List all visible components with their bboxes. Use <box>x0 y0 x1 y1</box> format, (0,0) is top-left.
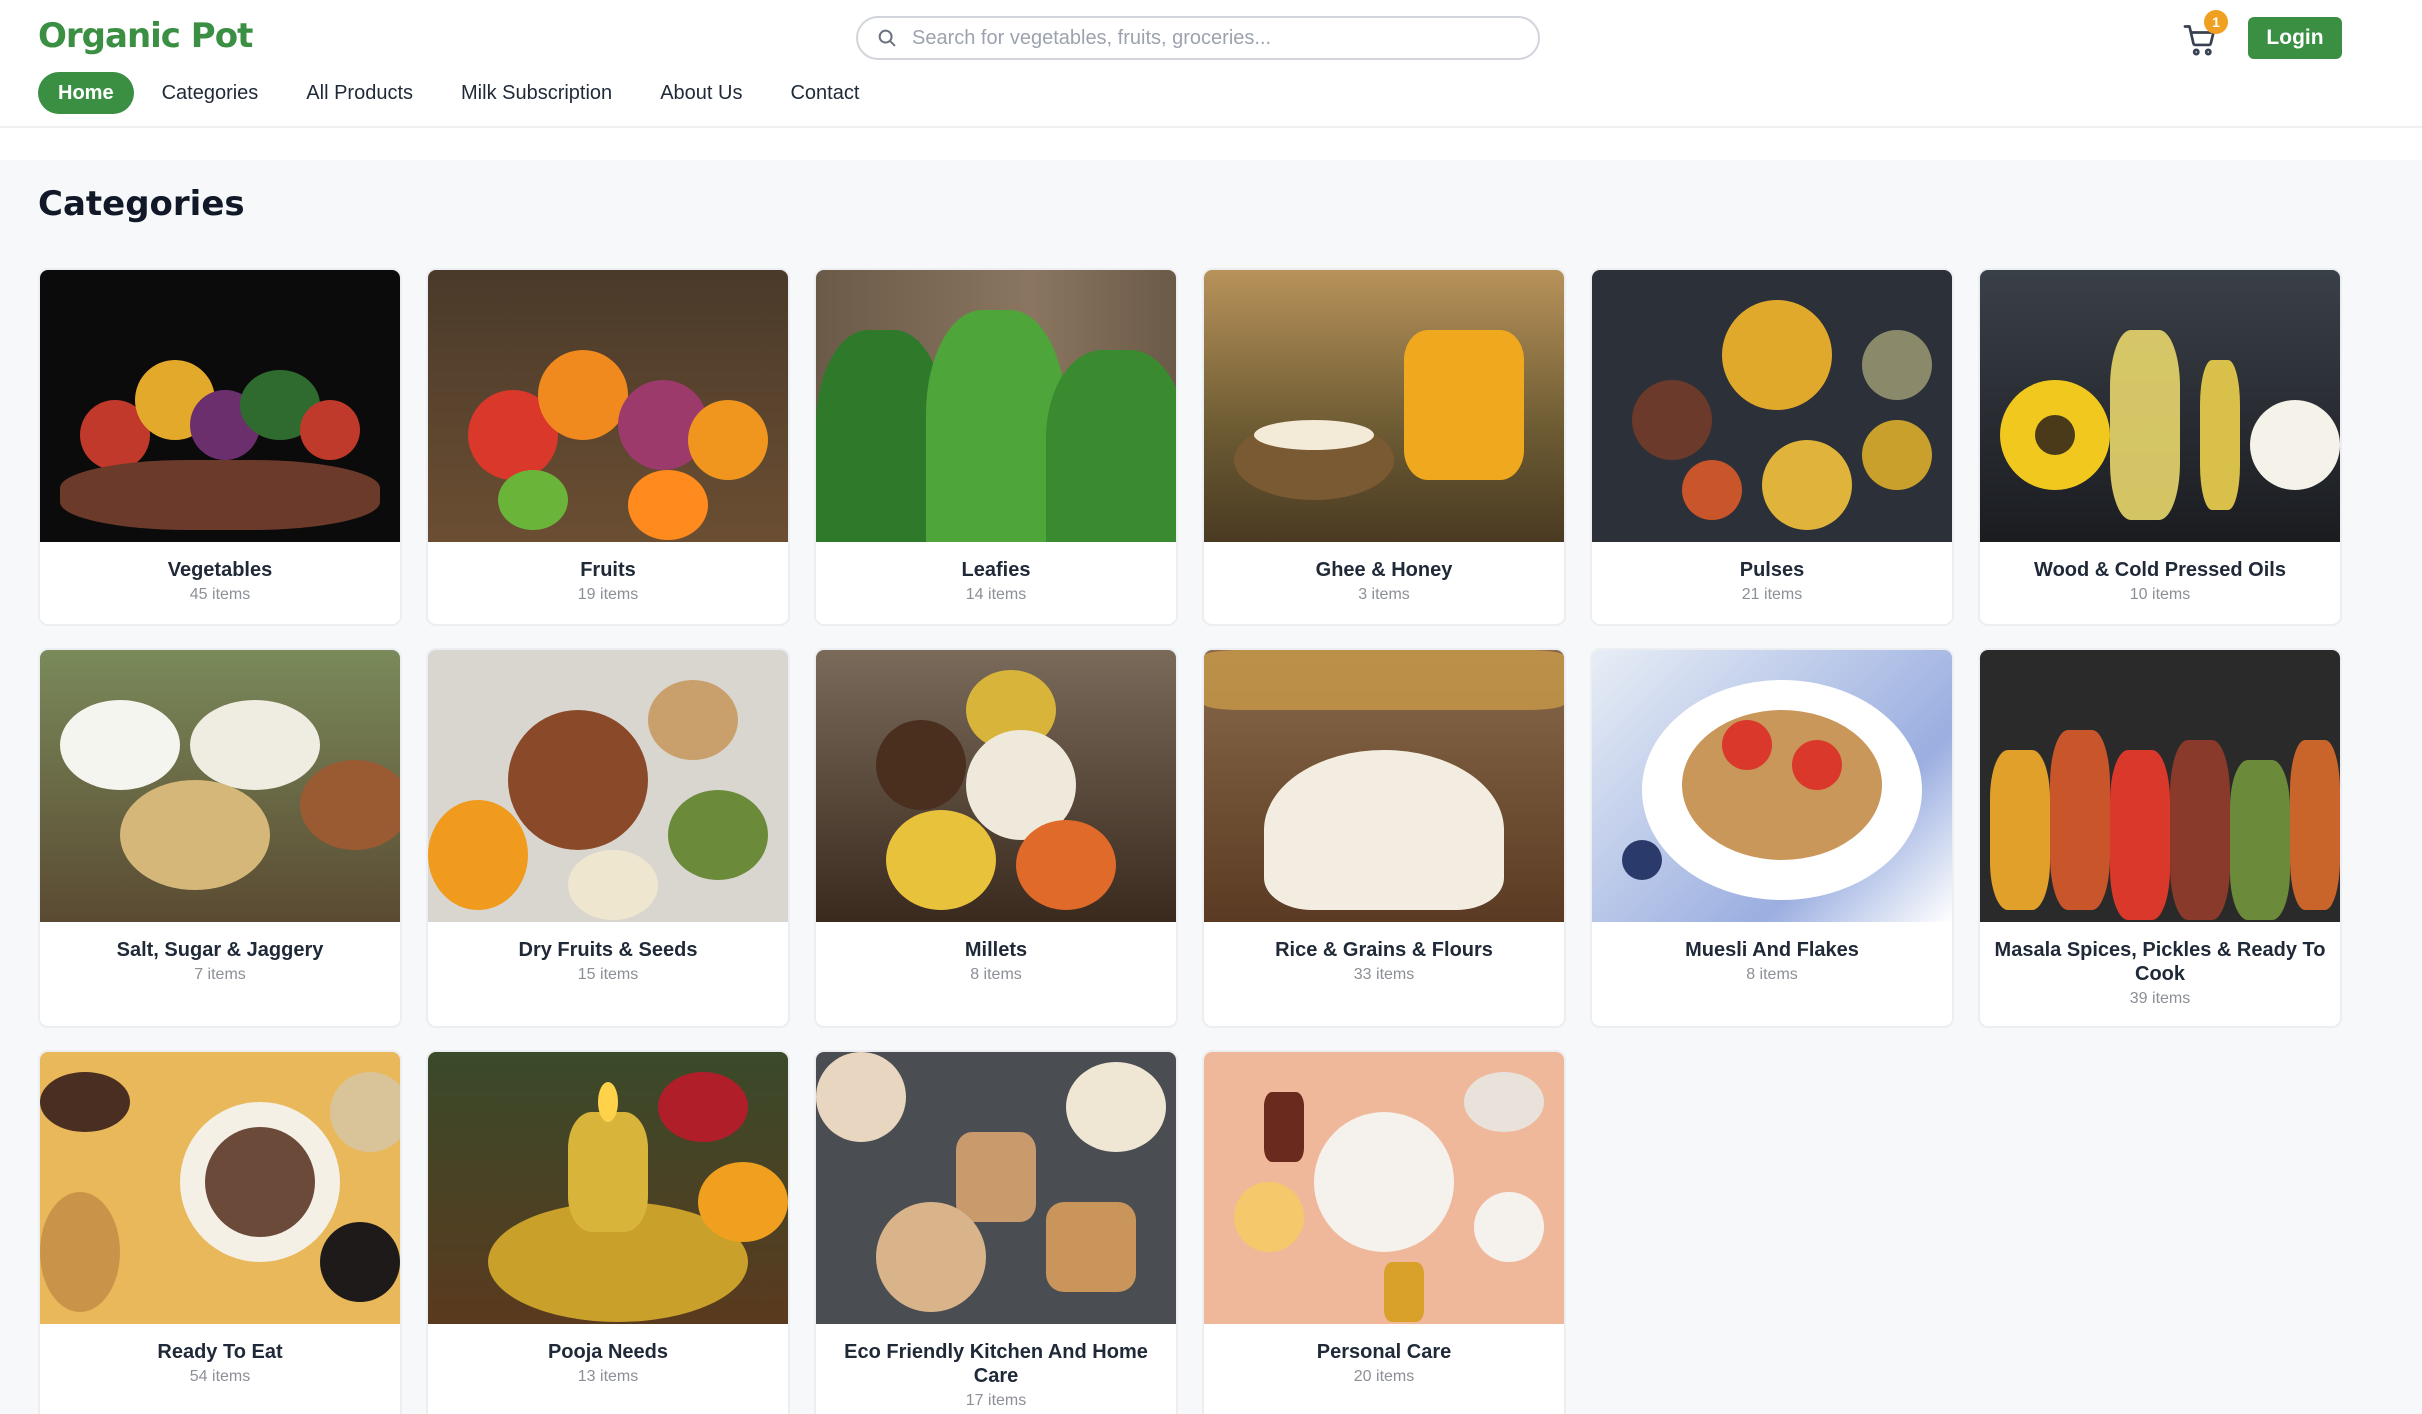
category-count: 17 items <box>965 1392 1027 1409</box>
category-card-pulses[interactable]: Pulses 21 items <box>1590 268 1954 626</box>
category-image <box>40 1052 400 1324</box>
category-card-pooja-needs[interactable]: Pooja Needs 13 items <box>426 1050 790 1414</box>
category-image <box>1204 1052 1564 1324</box>
category-name: Rice & Grains & Flours <box>1275 939 1493 961</box>
category-image <box>1592 650 1952 922</box>
cart-button[interactable]: 1 <box>2180 10 2228 58</box>
category-grid: Vegetables 45 items Fruits 19 items Leafie… <box>38 268 2344 1414</box>
category-name: Personal Care <box>1316 1341 1452 1363</box>
category-card-ghee-honey[interactable]: Ghee & Honey 3 items <box>1202 268 1566 626</box>
category-card-masala-spices[interactable]: Masala Spices, Pickles & Ready To Cook 39… <box>1978 648 2342 1028</box>
category-name: Salt, Sugar & Jaggery <box>116 939 324 961</box>
category-card-fruits[interactable]: Fruits 19 items <box>426 268 790 626</box>
category-count: 15 items <box>577 966 639 983</box>
category-count: 54 items <box>189 1368 251 1385</box>
category-card-millets[interactable]: Millets 8 items <box>814 648 1178 1028</box>
category-card-salt-sugar-jaggery[interactable]: Salt, Sugar & Jaggery 7 items <box>38 648 402 1028</box>
category-count: 8 items <box>970 966 1022 983</box>
category-name: Millets <box>964 939 1028 961</box>
category-image <box>428 270 788 542</box>
main-content: Categories Vegetables 45 items Fruits 19… <box>0 160 2422 1414</box>
category-card-eco-kitchen-home[interactable]: Eco Friendly Kitchen And Home Care 17 ite… <box>814 1050 1178 1414</box>
search-input[interactable] <box>912 26 1512 50</box>
category-card-ready-to-eat[interactable]: Ready To Eat 54 items <box>38 1050 402 1414</box>
nav-about-us[interactable]: About Us <box>640 72 762 114</box>
category-image <box>816 1052 1176 1324</box>
category-name: Muesli And Flakes <box>1685 939 1859 961</box>
category-name: Eco Friendly Kitchen And Home Care <box>844 1341 1148 1387</box>
main-nav: Home Categories All Products Milk Subscr… <box>38 72 887 114</box>
category-name: Pooja Needs <box>547 1341 669 1363</box>
nav-categories[interactable]: Categories <box>142 72 279 114</box>
nav-milk-subscription[interactable]: Milk Subscription <box>441 72 632 114</box>
category-name: Wood & Cold Pressed Oils <box>2034 559 2286 581</box>
category-count: 3 items <box>1358 586 1410 603</box>
category-count: 10 items <box>2129 586 2191 603</box>
category-card-muesli-flakes[interactable]: Muesli And Flakes 8 items <box>1590 648 1954 1028</box>
category-count: 21 items <box>1741 586 1803 603</box>
category-image <box>1204 270 1564 542</box>
category-count: 7 items <box>194 966 246 983</box>
category-count: 14 items <box>965 586 1027 603</box>
category-name: Leafies <box>961 559 1031 581</box>
category-card-dry-fruits-seeds[interactable]: Dry Fruits & Seeds 15 items <box>426 648 790 1028</box>
category-image <box>816 270 1176 542</box>
category-name: Fruits <box>580 559 636 581</box>
category-count: 13 items <box>577 1368 639 1385</box>
category-card-leafies[interactable]: Leafies 14 items <box>814 268 1178 626</box>
category-name: Masala Spices, Pickles & Ready To Cook <box>1994 939 2326 985</box>
search-box[interactable] <box>856 16 1540 60</box>
category-image <box>428 650 788 922</box>
site-header: Organic Pot 1 Login Home Categories All … <box>0 0 2422 128</box>
category-image <box>40 650 400 922</box>
category-card-oils[interactable]: Wood & Cold Pressed Oils 10 items <box>1978 268 2342 626</box>
category-count: 39 items <box>2129 990 2191 1007</box>
page-title: Categories <box>38 184 245 224</box>
category-name: Pulses <box>1739 559 1805 581</box>
nav-all-products[interactable]: All Products <box>286 72 433 114</box>
category-image <box>428 1052 788 1324</box>
category-image <box>40 270 400 542</box>
category-count: 33 items <box>1353 966 1415 983</box>
site-logo[interactable]: Organic Pot <box>38 16 253 56</box>
nav-contact[interactable]: Contact <box>770 72 879 114</box>
category-name: Ready To Eat <box>157 1341 283 1363</box>
cart-count-badge: 1 <box>2204 10 2228 34</box>
category-count: 20 items <box>1353 1368 1415 1385</box>
category-count: 8 items <box>1746 966 1798 983</box>
category-count: 45 items <box>189 586 251 603</box>
category-image <box>816 650 1176 922</box>
category-count: 19 items <box>577 586 639 603</box>
category-image <box>1592 270 1952 542</box>
login-button[interactable]: Login <box>2248 17 2342 59</box>
category-image <box>1980 650 2340 922</box>
category-image <box>1980 270 2340 542</box>
nav-home[interactable]: Home <box>38 72 134 114</box>
category-card-vegetables[interactable]: Vegetables 45 items <box>38 268 402 626</box>
category-card-rice-grains-flours[interactable]: Rice & Grains & Flours 33 items <box>1202 648 1566 1028</box>
category-name: Dry Fruits & Seeds <box>518 939 698 961</box>
category-name: Ghee & Honey <box>1315 559 1453 581</box>
category-name: Vegetables <box>167 559 273 581</box>
category-image <box>1204 650 1564 922</box>
category-card-personal-care[interactable]: Personal Care 20 items <box>1202 1050 1566 1414</box>
search-icon <box>878 29 896 47</box>
